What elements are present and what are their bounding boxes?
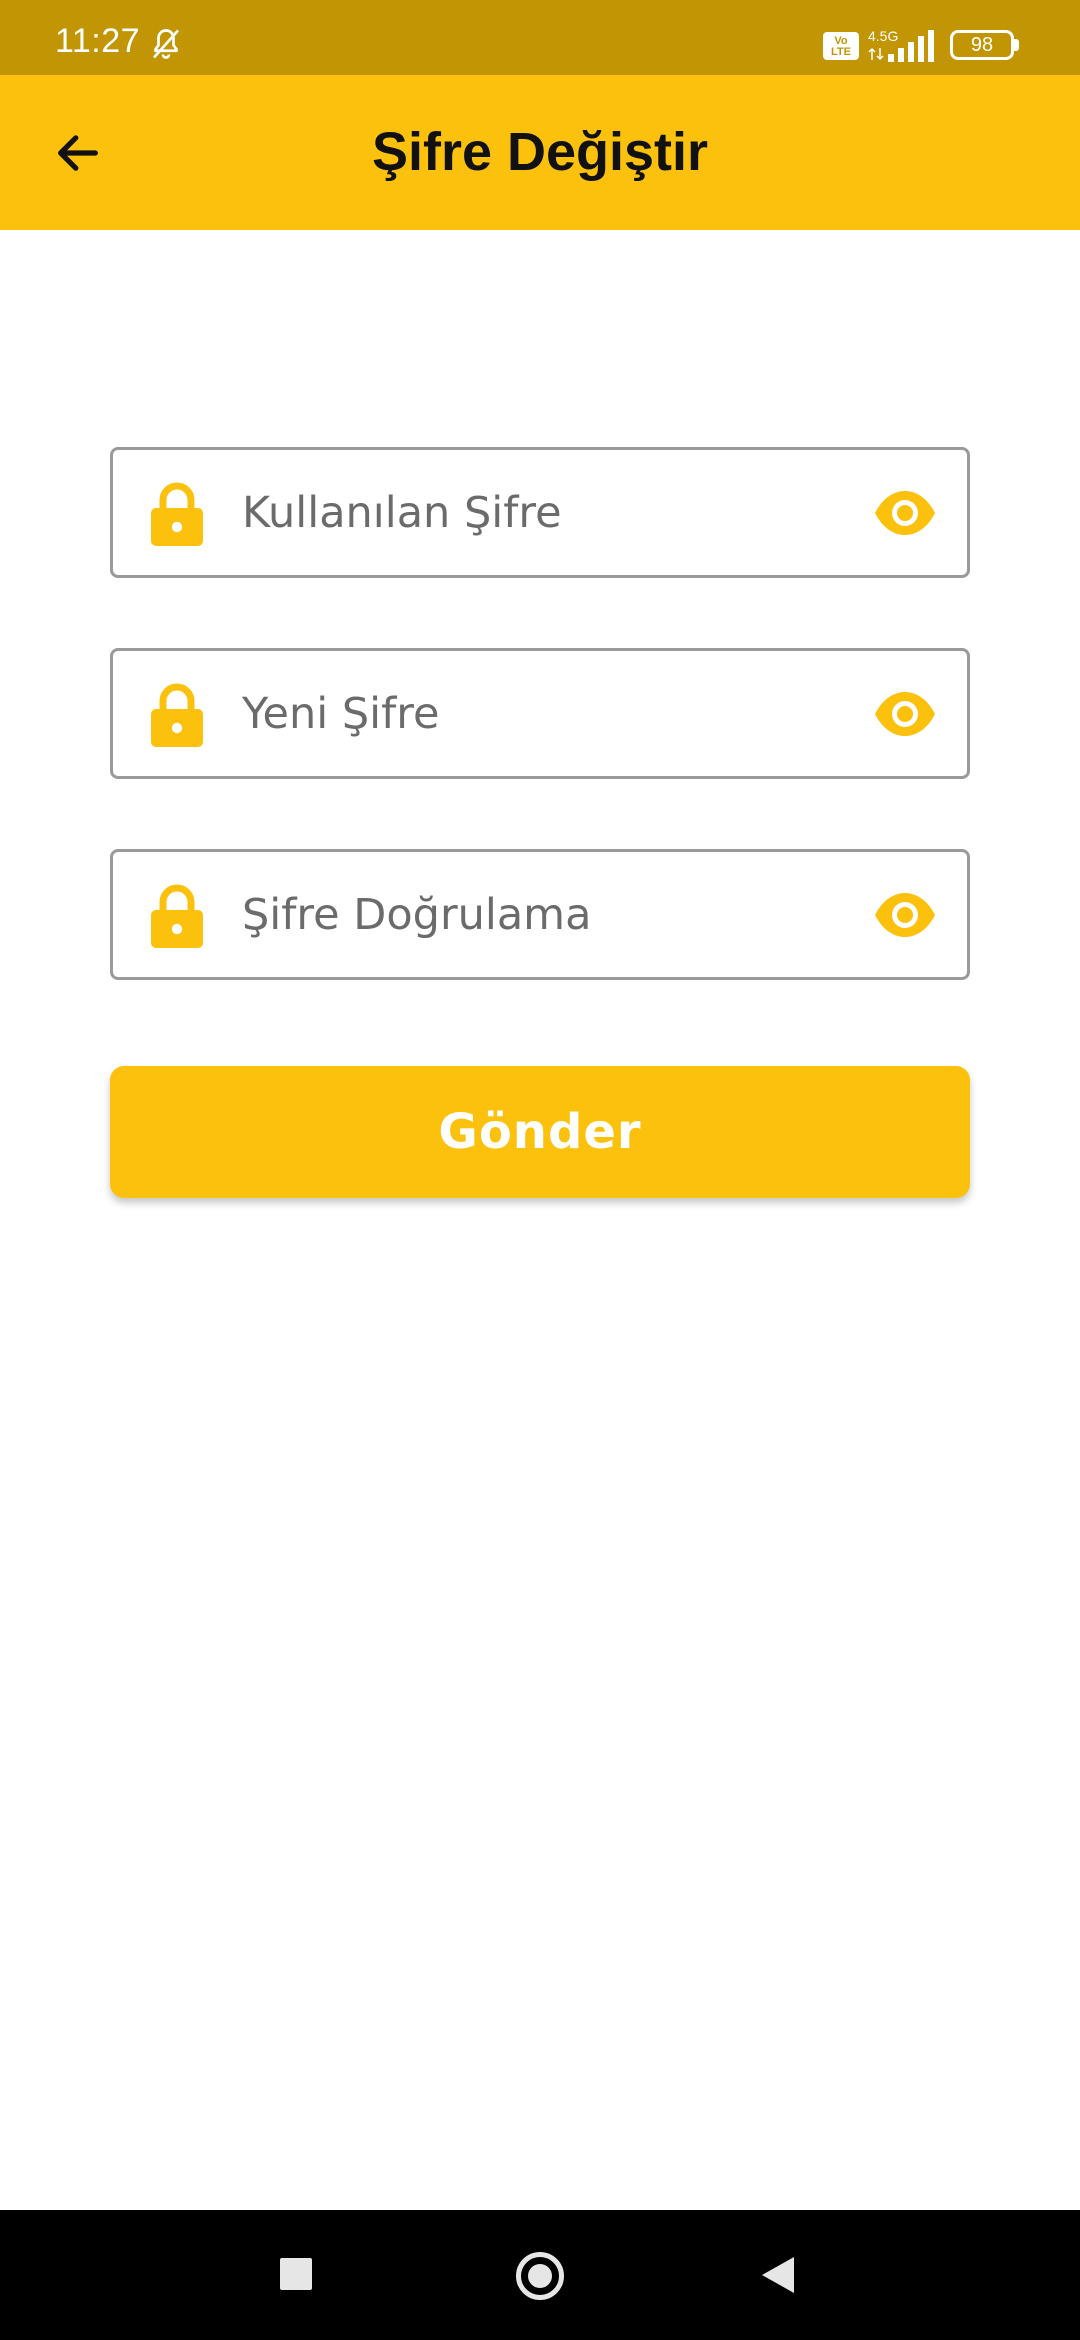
new-password-field[interactable]	[110, 648, 970, 779]
battery-icon: 98	[950, 30, 1014, 60]
status-bar: 11:27 Vo LTE 4.5G 98	[0, 0, 1080, 75]
eye-icon[interactable]	[873, 689, 937, 739]
app-bar: Şifre Değiştir	[0, 75, 1080, 230]
battery-level: 98	[970, 34, 994, 56]
back-button[interactable]	[40, 115, 116, 191]
notifications-off-icon	[152, 29, 180, 59]
lock-icon	[151, 884, 203, 948]
lock-icon	[151, 482, 203, 546]
confirm-password-field[interactable]	[110, 849, 970, 980]
eye-icon[interactable]	[873, 488, 937, 538]
recents-button[interactable]	[280, 2258, 312, 2290]
status-time: 11:27	[55, 22, 141, 60]
confirm-password-input[interactable]	[242, 852, 802, 977]
signal-strength-icon	[888, 30, 934, 62]
eye-icon[interactable]	[873, 890, 937, 940]
current-password-field[interactable]	[110, 447, 970, 578]
home-icon	[528, 2264, 552, 2288]
current-password-input[interactable]	[242, 450, 802, 575]
new-password-input[interactable]	[242, 651, 802, 776]
arrow-left-icon	[58, 135, 98, 171]
home-button[interactable]	[516, 2252, 564, 2300]
navigation-bar	[0, 2210, 1080, 2340]
page-title: Şifre Değiştir	[371, 122, 709, 182]
lock-icon	[151, 683, 203, 747]
system-back-button[interactable]	[762, 2257, 794, 2293]
battery-tip	[1014, 39, 1019, 51]
data-activity-icon	[868, 47, 884, 61]
submit-button[interactable]: Gönder	[110, 1066, 970, 1198]
volte-badge: Vo LTE	[823, 32, 859, 60]
